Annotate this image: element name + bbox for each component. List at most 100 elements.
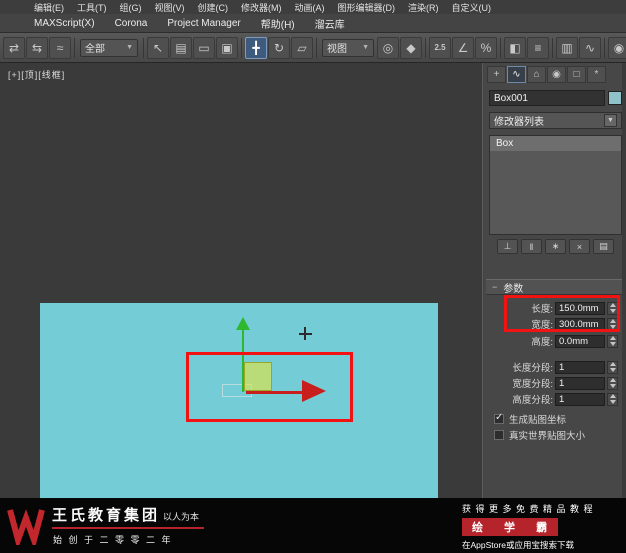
watermark-slogan: 以人为本 [163, 512, 200, 522]
align-icon[interactable]: ≡ [527, 36, 549, 59]
toolbar-separator [500, 37, 501, 58]
toolbar-separator [241, 37, 242, 58]
select-and-rotate-icon[interactable]: ↻ [268, 36, 290, 59]
window-crossing-icon[interactable]: ▣ [216, 36, 238, 59]
gizmo-x-arrowhead-icon[interactable] [302, 380, 326, 402]
menu-item-help[interactable]: 帮助(H) [261, 16, 295, 31]
curve-editor-icon[interactable]: ∿ [579, 36, 601, 59]
real-world-map-size-checkbox[interactable]: 真实世界贴图大小 [494, 428, 585, 442]
stack-item-box[interactable]: Box [490, 136, 621, 151]
generate-mapping-coords-checkbox[interactable]: 生成贴图坐标 [494, 412, 566, 426]
menu-item-tools[interactable]: 工具(T) [77, 1, 107, 14]
pin-stack-icon[interactable]: ⊥ [497, 239, 518, 254]
height-segs-spinner[interactable] [607, 392, 618, 406]
rectangular-selection-icon[interactable]: ▭ [193, 36, 215, 59]
menu-item-edit[interactable]: 编辑(E) [34, 1, 64, 14]
percent-snap-icon[interactable]: % [475, 36, 497, 59]
select-and-scale-icon[interactable]: ▱ [291, 36, 313, 59]
height-segs-label: 高度分段: [512, 395, 553, 406]
selection-filter-dropdown[interactable]: 全部 ▼ [80, 38, 138, 57]
tab-display-icon[interactable]: □ [567, 66, 586, 83]
menu-item-modifiers[interactable]: 修改器(M) [241, 1, 282, 14]
menu-item-customize[interactable]: 自定义(U) [452, 1, 492, 14]
select-and-move-icon[interactable]: ╋ [245, 36, 267, 59]
height-field[interactable]: 0.0mm [555, 334, 605, 348]
toolbar-separator [74, 37, 75, 58]
length-segs-spinner[interactable] [607, 360, 618, 374]
select-by-name-icon[interactable]: ▤ [170, 36, 192, 59]
snap-toggle-icon[interactable]: 2.5 [429, 36, 451, 59]
command-panel-tabs: + ∿ ⌂ ◉ □ * [487, 66, 606, 83]
menu-item-corona[interactable]: Corona [115, 18, 148, 29]
tab-hierarchy-icon[interactable]: ⌂ [527, 66, 546, 83]
panel-scrollbar[interactable] [622, 63, 626, 553]
select-object-icon[interactable]: ↖ [147, 36, 169, 59]
length-spinner[interactable] [607, 301, 618, 315]
bind-to-spacewarp-icon[interactable]: ≈ [49, 36, 71, 59]
unlink-selection-icon[interactable]: ⇆ [26, 36, 48, 59]
gizmo-xy-plane-handle[interactable] [244, 362, 272, 391]
tab-motion-icon[interactable]: ◉ [547, 66, 566, 83]
menu-item-project-manager[interactable]: Project Manager [167, 18, 240, 29]
collapse-icon: − [492, 282, 498, 292]
menu-item-rendering[interactable]: 渲染(R) [408, 1, 439, 14]
make-unique-icon[interactable]: ∗ [545, 239, 566, 254]
height-segs-field[interactable]: 1 [555, 392, 605, 406]
menu-item-maxscript[interactable]: MAXScript(X) [34, 18, 95, 29]
menu-item-liuyunku[interactable]: 溜云库 [315, 16, 345, 31]
remove-modifier-icon[interactable]: × [569, 239, 590, 254]
show-end-result-icon[interactable]: ‖ [521, 239, 542, 254]
mirror-icon[interactable]: ◧ [504, 36, 526, 59]
select-and-link-icon[interactable]: ⇄ [3, 36, 25, 59]
width-field[interactable]: 300.0mm [555, 317, 605, 331]
width-segs-spinner[interactable] [607, 376, 618, 390]
mouse-cursor-icon [299, 333, 312, 335]
render-setup-icon[interactable]: ◉ [608, 36, 626, 59]
box-object[interactable] [40, 303, 438, 500]
modifier-list-label: 修改器列表 [494, 117, 544, 128]
width-spinner[interactable] [607, 317, 618, 331]
object-name-field[interactable]: Box001 [489, 90, 605, 106]
select-and-manipulate-icon[interactable]: ◆ [400, 36, 422, 59]
tab-create-icon[interactable]: + [487, 66, 506, 83]
viewport-label[interactable]: [+][顶][线框] [8, 68, 65, 81]
param-row-width-segs: 宽度分段: 1 [484, 376, 626, 390]
watermark-since: 始 创 于 二 零 零 二 年 [53, 535, 173, 545]
length-segs-label: 长度分段: [512, 363, 553, 374]
object-color-swatch[interactable] [608, 91, 622, 105]
modifier-stack[interactable]: Box [489, 135, 622, 235]
modifier-list-dropdown[interactable]: 修改器列表 ▼ [489, 112, 622, 129]
toolbar-separator [425, 37, 426, 58]
gizmo-x-axis[interactable] [246, 391, 302, 394]
height-spinner[interactable] [607, 334, 618, 348]
toolbar-separator [143, 37, 144, 58]
chevron-down-icon: ▼ [604, 114, 617, 127]
promo-brand-badge: 绘 学 霸 [462, 518, 559, 536]
tab-utilities-icon[interactable]: * [587, 66, 606, 83]
watermark-bar: 王氏教育集团 以人为本 始 创 于 二 零 零 二 年 获 得 更 多 免 费 … [0, 498, 626, 553]
chevron-down-icon: ▼ [362, 44, 369, 51]
gizmo-y-arrowhead-icon[interactable] [236, 317, 250, 330]
length-segs-field[interactable]: 1 [555, 360, 605, 374]
promo-line1: 获 得 更 多 免 费 精 品 教 程 [462, 504, 594, 514]
use-pivot-center-icon[interactable]: ◎ [377, 36, 399, 59]
layer-manager-icon[interactable]: ▥ [556, 36, 578, 59]
parameters-rollout-header[interactable]: − 参数 [486, 279, 622, 295]
chevron-down-icon: ▼ [126, 44, 133, 51]
menu-item-create[interactable]: 创建(C) [198, 1, 229, 14]
menu-item-graph-editors[interactable]: 图形编辑器(D) [338, 1, 396, 14]
param-row-length-segs: 长度分段: 1 [484, 360, 626, 374]
viewport-top[interactable]: [+][顶][线框] [0, 63, 483, 553]
width-segs-field[interactable]: 1 [555, 376, 605, 390]
length-field[interactable]: 150.0mm [555, 301, 605, 315]
selection-filter-value: 全部 [85, 44, 105, 55]
configure-modifier-sets-icon[interactable]: ▤ [593, 239, 614, 254]
height-label: 高度: [531, 337, 553, 348]
menu-item-animation[interactable]: 动画(A) [295, 1, 325, 14]
menu-item-group[interactable]: 组(G) [120, 1, 142, 14]
menu-item-views[interactable]: 视图(V) [155, 1, 185, 14]
reference-coordinate-dropdown[interactable]: 视图 ▼ [322, 38, 374, 57]
angle-snap-icon[interactable]: ∠ [452, 36, 474, 59]
menu-bar-secondary: MAXScript(X) Corona Project Manager 帮助(H… [0, 14, 626, 33]
tab-modify-icon[interactable]: ∿ [507, 66, 526, 83]
